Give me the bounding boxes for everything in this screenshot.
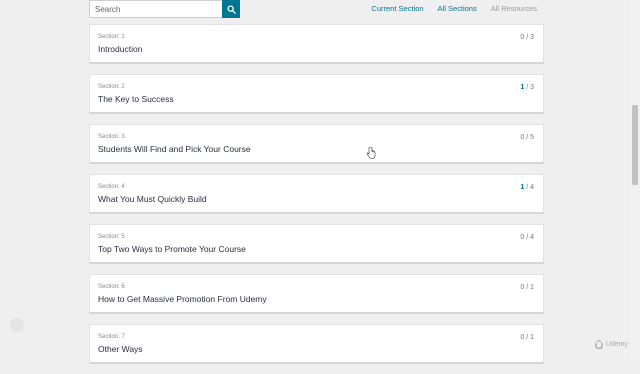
watermark-text: Udemy bbox=[605, 341, 628, 348]
section-card-6[interactable]: Section: 6 How to Get Massive Promotion … bbox=[89, 274, 544, 314]
section-filter-links: Current Section All Sections All Resourc… bbox=[371, 4, 537, 13]
section-card-5[interactable]: Section: 5 Top Two Ways to Promote Your … bbox=[89, 224, 544, 264]
section-progress: 1 / 4 bbox=[520, 184, 534, 191]
section-title: Students Will Find and Pick Your Course bbox=[98, 144, 251, 154]
section-number: Section: 3 bbox=[98, 134, 125, 140]
section-title: What You Must Quickly Build bbox=[98, 194, 207, 204]
scrollbar-thumb[interactable] bbox=[632, 105, 638, 185]
section-progress: 1 / 3 bbox=[520, 84, 534, 91]
section-title: Other Ways bbox=[98, 344, 143, 354]
section-number: Section: 1 bbox=[98, 34, 125, 40]
section-progress: 0 / 1 bbox=[520, 334, 534, 341]
section-number: Section: 7 bbox=[98, 334, 125, 340]
section-progress: 0 / 3 bbox=[520, 34, 534, 41]
section-title: Introduction bbox=[98, 44, 143, 54]
section-progress: 0 / 4 bbox=[520, 234, 534, 241]
section-number: Section: 2 bbox=[98, 84, 125, 90]
watermark: Udemy bbox=[595, 340, 628, 349]
section-card-2[interactable]: Section: 2 The Key to Success 1 / 3 bbox=[89, 74, 544, 114]
section-title: The Key to Success bbox=[98, 94, 174, 104]
section-number: Section: 4 bbox=[98, 184, 125, 190]
all-sections-link[interactable]: All Sections bbox=[438, 4, 477, 13]
section-title: How to Get Massive Promotion From Udemy bbox=[98, 294, 267, 304]
search-icon bbox=[226, 4, 236, 14]
current-section-link[interactable]: Current Section bbox=[371, 4, 423, 13]
all-resources-link[interactable]: All Resources bbox=[491, 4, 537, 13]
section-progress: 0 / 5 bbox=[520, 134, 534, 141]
section-progress: 0 / 1 bbox=[520, 284, 534, 291]
section-number: Section: 6 bbox=[98, 284, 125, 290]
search-form bbox=[89, 0, 240, 18]
scrollbar-track[interactable] bbox=[630, 0, 640, 360]
circle-button-icon[interactable] bbox=[10, 318, 24, 332]
udemy-logo-icon bbox=[595, 340, 603, 349]
top-bar: Current Section All Sections All Resourc… bbox=[0, 0, 640, 22]
section-number: Section: 5 bbox=[98, 234, 125, 240]
section-card-3[interactable]: Section: 3 Students Will Find and Pick Y… bbox=[89, 124, 544, 164]
section-title: Top Two Ways to Promote Your Course bbox=[98, 244, 246, 254]
search-button[interactable] bbox=[222, 0, 240, 18]
search-input[interactable] bbox=[89, 0, 222, 18]
section-list: Section: 1 Introduction 0 / 3 Section: 2… bbox=[89, 24, 544, 374]
section-card-7[interactable]: Section: 7 Other Ways 0 / 1 bbox=[89, 324, 544, 364]
hand-cursor-icon bbox=[366, 147, 376, 159]
section-card-1[interactable]: Section: 1 Introduction 0 / 3 bbox=[89, 24, 544, 64]
section-card-4[interactable]: Section: 4 What You Must Quickly Build 1… bbox=[89, 174, 544, 214]
